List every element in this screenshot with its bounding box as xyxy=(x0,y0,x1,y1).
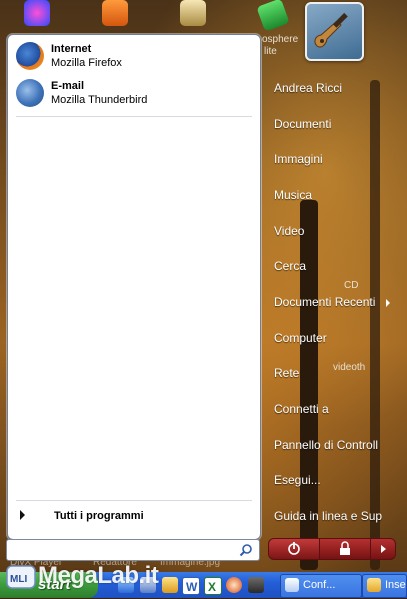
lock-icon xyxy=(340,541,350,555)
media-player-desktop-icon[interactable] xyxy=(24,0,50,26)
pinned-item-subtitle: Mozilla Firefox xyxy=(51,57,122,69)
thunderbird-icon xyxy=(16,79,44,107)
right-item-music[interactable]: Musica xyxy=(274,188,312,202)
all-programs-label: Tutti i programmi xyxy=(54,510,144,522)
pinned-item-internet[interactable]: Internet Mozilla Firefox xyxy=(12,39,256,73)
taskbar-window-button[interactable]: Conf... xyxy=(280,574,362,598)
megalab-logo-icon: MLI xyxy=(6,565,36,589)
right-item-control-panel[interactable]: Pannello di Controll xyxy=(274,438,378,452)
right-item-videos[interactable]: Video xyxy=(274,224,304,238)
right-item-user[interactable]: Andrea Ricci xyxy=(274,81,342,95)
film-desktop-icon[interactable] xyxy=(180,0,206,26)
right-item-help[interactable]: Guida in linea e Sup xyxy=(274,509,382,523)
lock-button[interactable] xyxy=(319,538,371,560)
right-item-recent-documents[interactable]: Documenti Recenti xyxy=(274,295,375,309)
pinned-item-title: Internet xyxy=(51,43,92,55)
gimp-icon[interactable] xyxy=(226,577,242,593)
pinned-item-subtitle: Mozilla Thunderbird xyxy=(51,94,148,106)
terminal-icon[interactable] xyxy=(248,577,264,593)
right-item-pictures[interactable]: Immagini xyxy=(274,152,323,166)
menu-separator xyxy=(16,116,252,117)
right-item-network[interactable]: Rete xyxy=(274,366,299,380)
right-item-connect-to[interactable]: Connetti a xyxy=(274,402,329,416)
taskbar-window-button[interactable]: Inse xyxy=(362,574,407,598)
search-icon[interactable] xyxy=(239,543,253,557)
all-programs-button[interactable]: Tutti i programmi xyxy=(12,506,256,526)
taskbar-window-label: Conf... xyxy=(303,579,336,591)
desktop-label-biosphere: osphere xyxy=(262,34,299,45)
start-menu-right-pane: Andrea Ricci Documenti Immagini Musica V… xyxy=(262,70,407,536)
watermark-text: MegaLab.it xyxy=(38,562,159,589)
power-button-group xyxy=(268,538,396,560)
right-item-search[interactable]: Cerca xyxy=(274,259,306,273)
right-item-documents[interactable]: Documenti xyxy=(274,117,331,131)
right-item-computer[interactable]: Computer xyxy=(274,331,327,345)
submenu-arrow-icon xyxy=(386,299,390,307)
watermark: MLI MegaLab.it xyxy=(0,556,200,596)
desktop-label-biosphere-2: lite xyxy=(264,46,277,57)
arrow-right-icon xyxy=(20,510,25,520)
settings-window-icon xyxy=(285,578,299,592)
svg-text:X: X xyxy=(208,580,216,594)
shutdown-button[interactable] xyxy=(268,538,320,560)
menu-separator xyxy=(16,500,252,501)
pinned-item-email[interactable]: E-mail Mozilla Thunderbird xyxy=(12,76,256,110)
power-icon xyxy=(288,542,300,555)
camera-desktop-icon[interactable] xyxy=(102,0,128,26)
firefox-icon xyxy=(16,42,44,70)
excel-icon[interactable]: X xyxy=(204,577,222,595)
pinned-item-title: E-mail xyxy=(51,80,85,92)
taskbar-window-label: Inse xyxy=(385,579,406,591)
megalab-logo-badge: MLI xyxy=(10,574,27,585)
user-picture[interactable] xyxy=(305,2,364,61)
arrow-right-icon xyxy=(381,545,386,553)
start-menu-left-pane: Internet Mozilla Firefox E-mail Mozilla … xyxy=(7,34,261,540)
guitar-icon xyxy=(314,12,348,48)
right-item-run[interactable]: Esegui... xyxy=(274,473,321,487)
power-options-button[interactable] xyxy=(370,538,396,560)
folder-icon xyxy=(367,578,381,592)
